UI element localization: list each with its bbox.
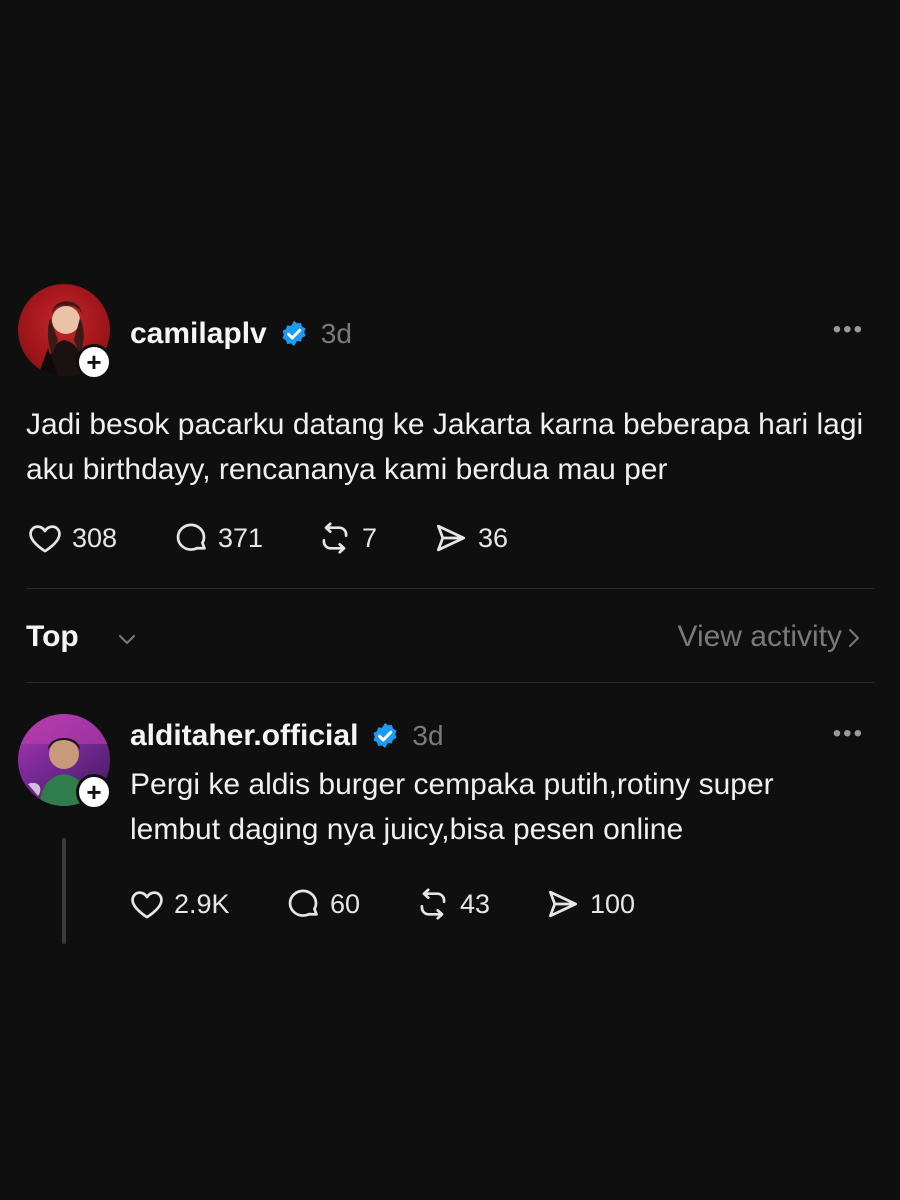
more-options-icon[interactable]: ••• [833, 722, 864, 746]
thread-line [62, 838, 66, 944]
post-avatar[interactable]: + [18, 284, 112, 380]
like-button[interactable]: 308 [26, 519, 172, 557]
reply-time: 3d [412, 720, 444, 751]
follow-plus-icon[interactable]: + [76, 774, 112, 810]
reply-text: Pergi ke aldis burger cempaka putih,roti… [130, 768, 774, 846]
share-button[interactable]: 36 [432, 519, 542, 557]
send-icon [548, 890, 578, 918]
share-count: 36 [478, 522, 509, 553]
thread-page: + camilaplv 3d ••• Jadi besok pacarku da… [0, 0, 900, 1200]
post-time: 3d [320, 318, 352, 349]
repost-button[interactable]: 7 [316, 519, 432, 557]
like-button[interactable]: 2.9K [128, 885, 284, 923]
divider [26, 588, 874, 589]
chevron-right-icon[interactable] [846, 626, 862, 650]
comment-button[interactable]: 371 [172, 519, 316, 557]
comment-count: 371 [218, 522, 264, 553]
post-text: Jadi besok pacarku datang ke Jakarta kar… [26, 408, 864, 486]
reply-header: alditaher.official 3d [130, 716, 444, 756]
reply-username[interactable]: alditaher.official [130, 719, 358, 753]
chevron-down-icon[interactable] [116, 628, 138, 650]
send-icon [436, 524, 466, 552]
post-header: camilaplv 3d [130, 314, 352, 354]
view-activity-link[interactable]: View activity [677, 620, 842, 654]
repost-icon [420, 888, 446, 920]
post-actions: 308 371 7 36 [26, 518, 542, 558]
comment-count: 60 [330, 888, 361, 919]
like-count: 308 [72, 522, 118, 553]
reply-actions: 2.9K 60 43 100 [128, 884, 664, 924]
sort-bar: Top View activity [26, 614, 874, 658]
more-options-icon[interactable]: ••• [833, 318, 864, 342]
like-count: 2.9K [174, 888, 230, 919]
repost-button[interactable]: 43 [414, 885, 544, 923]
verified-badge-icon [282, 320, 306, 346]
comment-bubble-icon [176, 523, 206, 551]
share-count: 100 [590, 888, 636, 919]
heart-icon [131, 891, 163, 919]
repost-icon [322, 522, 348, 554]
sort-dropdown[interactable]: Top [26, 620, 79, 654]
follow-plus-icon[interactable]: + [76, 344, 112, 380]
repost-count: 43 [460, 888, 491, 919]
repost-count: 7 [362, 522, 378, 553]
comment-bubble-icon [288, 889, 318, 917]
verified-badge-icon [373, 722, 397, 748]
reply-avatar[interactable]: + [18, 714, 112, 810]
post-username[interactable]: camilaplv [130, 317, 267, 351]
share-button[interactable]: 100 [544, 885, 664, 923]
comment-button[interactable]: 60 [284, 885, 414, 923]
divider [26, 682, 874, 683]
heart-icon [29, 525, 61, 553]
